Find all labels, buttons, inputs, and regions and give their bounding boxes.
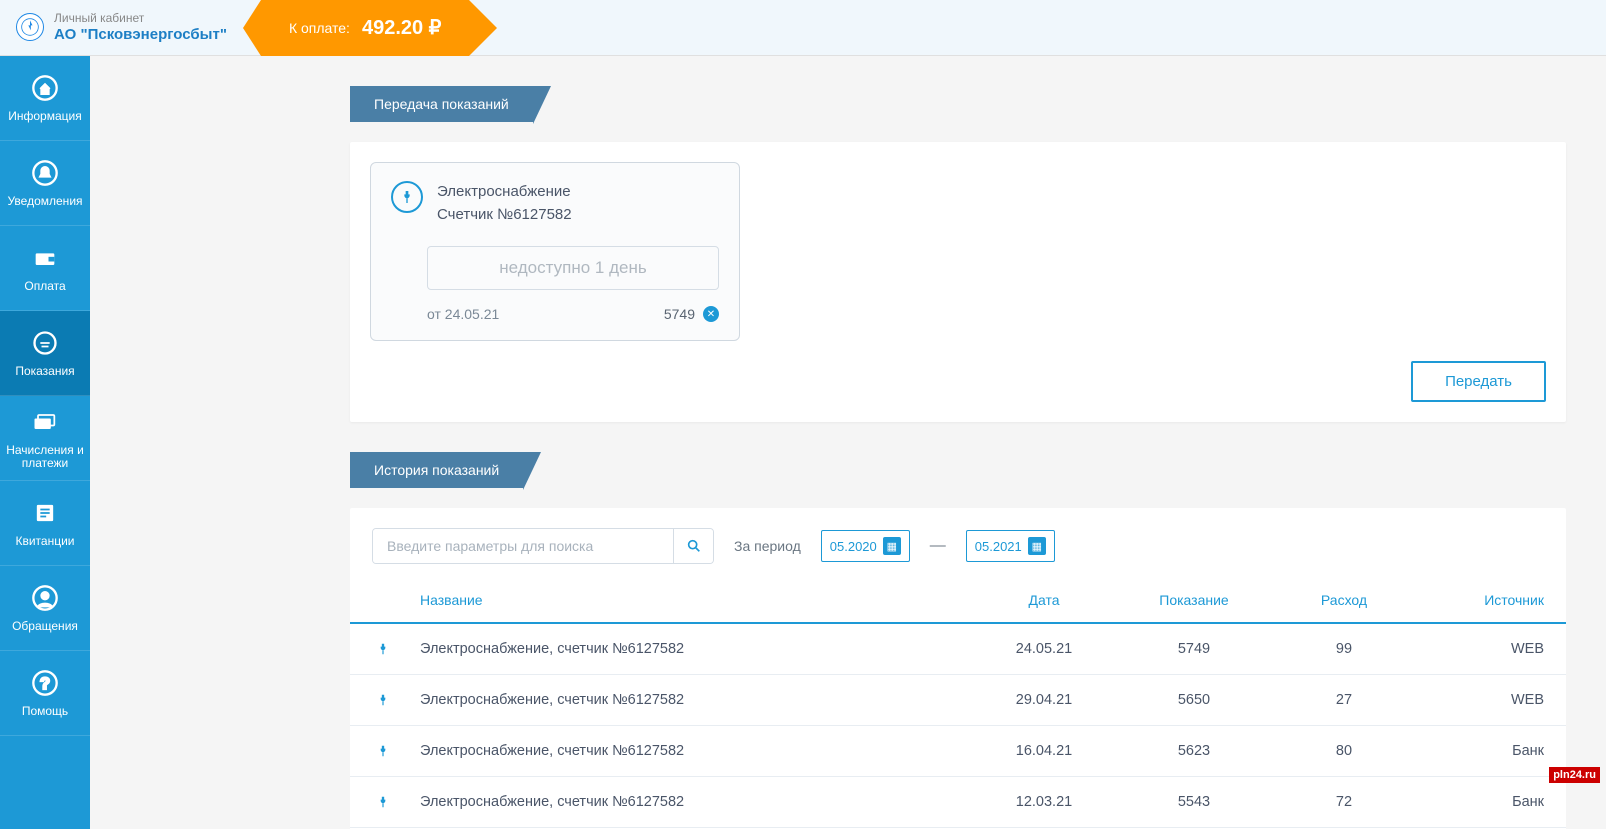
col-usage: Расход <box>1274 592 1414 608</box>
meter-card: Электроснабжение Счетчик №6127582 недост… <box>370 162 740 341</box>
date-from-value: 05.2020 <box>830 539 877 554</box>
header: Личный кабинет АО "Псковэнергосбыт" К оп… <box>0 0 1606 56</box>
cell-date: 12.03.21 <box>974 794 1114 810</box>
sidebar-item-charges[interactable]: Начисления и платежи <box>0 396 90 481</box>
service-name: Электроснабжение <box>437 181 572 204</box>
cell-date: 24.05.21 <box>974 641 1114 657</box>
cell-source: WEB <box>1414 692 1544 708</box>
last-reading-value: 5749 <box>664 306 695 322</box>
wallet-icon <box>29 242 61 274</box>
sidebar-item-requests[interactable]: Обращения <box>0 566 90 651</box>
header-left: Личный кабинет АО "Псковэнергосбыт" <box>0 12 243 43</box>
sidebar-item-label: Помощь <box>22 705 68 718</box>
sidebar: Информация Уведомления Оплата Показания … <box>0 56 90 829</box>
meter-icon <box>29 327 61 359</box>
logo-title: АО "Псковэнергосбыт" <box>54 26 227 43</box>
sidebar-item-notifications[interactable]: Уведомления <box>0 141 90 226</box>
history-filters: За период 05.2020 ▦ — 05.2021 ▦ <box>350 528 1566 578</box>
calendar-icon: ▦ <box>883 537 901 555</box>
cell-date: 29.04.21 <box>974 692 1114 708</box>
plug-icon <box>372 638 394 660</box>
cell-reading: 5623 <box>1114 743 1274 759</box>
logo-block[interactable]: Личный кабинет АО "Псковэнергосбыт" <box>16 12 227 43</box>
cell-name: Электроснабжение, счетчик №6127582 <box>420 692 974 708</box>
col-name: Название <box>372 592 974 608</box>
period-label: За период <box>734 538 801 554</box>
sidebar-item-label: Обращения <box>12 620 78 633</box>
calendar-icon: ▦ <box>1028 537 1046 555</box>
cell-source: Банк <box>1414 743 1544 759</box>
cell-reading: 5749 <box>1114 641 1274 657</box>
home-icon <box>29 72 61 104</box>
cell-source: Банк <box>1414 794 1544 810</box>
help-icon: ? <box>29 667 61 699</box>
cell-usage: 99 <box>1274 641 1414 657</box>
date-from-picker[interactable]: 05.2020 ▦ <box>821 530 910 562</box>
sidebar-item-readings[interactable]: Показания <box>0 311 90 396</box>
logo-subtitle: Личный кабинет <box>54 12 227 26</box>
reading-input[interactable]: недоступно 1 день <box>427 246 719 290</box>
search-button[interactable] <box>673 529 713 563</box>
main-content: Передача показаний Электроснабжение Счет… <box>90 56 1606 829</box>
cards-icon <box>29 406 61 438</box>
table-row[interactable]: Электроснабжение, счетчик №6127582 29.04… <box>350 675 1566 726</box>
readings-panel: Электроснабжение Счетчик №6127582 недост… <box>350 142 1566 422</box>
payment-banner[interactable]: К оплате: 492.20 ₽ <box>261 0 469 56</box>
col-date: Дата <box>974 592 1114 608</box>
sidebar-item-label: Начисления и платежи <box>4 444 86 470</box>
cell-name: Электроснабжение, счетчик №6127582 <box>420 641 974 657</box>
sidebar-item-label: Оплата <box>24 280 65 293</box>
table-row[interactable]: Электроснабжение, счетчик №6127582 24.05… <box>350 624 1566 675</box>
sidebar-item-payment[interactable]: Оплата <box>0 226 90 311</box>
cell-usage: 72 <box>1274 794 1414 810</box>
plug-icon <box>372 689 394 711</box>
history-panel: За период 05.2020 ▦ — 05.2021 ▦ Название… <box>350 508 1566 829</box>
plug-icon <box>391 181 423 213</box>
logo-icon <box>16 13 44 41</box>
search-box <box>372 528 714 564</box>
search-icon <box>686 538 702 554</box>
col-reading: Показание <box>1114 592 1274 608</box>
readings-section-title: Передача показаний <box>350 86 533 122</box>
history-table-header: Название Дата Показание Расход Источник <box>350 578 1566 624</box>
svg-text:?: ? <box>40 675 50 693</box>
sidebar-item-label: Показания <box>15 365 74 378</box>
plug-icon <box>372 791 394 813</box>
bell-icon <box>29 157 61 189</box>
history-table-body: Электроснабжение, счетчик №6127582 24.05… <box>350 624 1566 828</box>
last-reading-date: от 24.05.21 <box>427 306 499 322</box>
search-input[interactable] <box>373 529 673 563</box>
payment-amount: 492.20 ₽ <box>362 15 441 40</box>
date-range-dash: — <box>930 537 946 555</box>
meter-label: Счетчик №6127582 <box>437 204 572 227</box>
history-section-title: История показаний <box>350 452 523 488</box>
sidebar-item-label: Уведомления <box>7 195 82 208</box>
cell-reading: 5543 <box>1114 794 1274 810</box>
date-to-value: 05.2021 <box>975 539 1022 554</box>
cell-source: WEB <box>1414 641 1544 657</box>
cell-usage: 27 <box>1274 692 1414 708</box>
payment-label: К оплате: <box>289 20 350 36</box>
sidebar-item-receipts[interactable]: Квитанции <box>0 481 90 566</box>
sidebar-item-label: Информация <box>8 110 81 123</box>
sidebar-item-info[interactable]: Информация <box>0 56 90 141</box>
table-row[interactable]: Электроснабжение, счетчик №6127582 12.03… <box>350 777 1566 828</box>
watermark: pln24.ru <box>1549 767 1600 783</box>
cell-name: Электроснабжение, счетчик №6127582 <box>420 794 974 810</box>
sidebar-item-help[interactable]: ? Помощь <box>0 651 90 736</box>
clear-icon[interactable]: ✕ <box>703 306 719 322</box>
col-source: Источник <box>1414 592 1544 608</box>
cell-usage: 80 <box>1274 743 1414 759</box>
doc-icon <box>29 497 61 529</box>
submit-button[interactable]: Передать <box>1411 361 1546 402</box>
table-row[interactable]: Электроснабжение, счетчик №6127582 16.04… <box>350 726 1566 777</box>
cell-date: 16.04.21 <box>974 743 1114 759</box>
plug-icon <box>372 740 394 762</box>
date-to-picker[interactable]: 05.2021 ▦ <box>966 530 1055 562</box>
cell-reading: 5650 <box>1114 692 1274 708</box>
cell-name: Электроснабжение, счетчик №6127582 <box>420 743 974 759</box>
user-icon <box>29 582 61 614</box>
sidebar-item-label: Квитанции <box>15 535 74 548</box>
